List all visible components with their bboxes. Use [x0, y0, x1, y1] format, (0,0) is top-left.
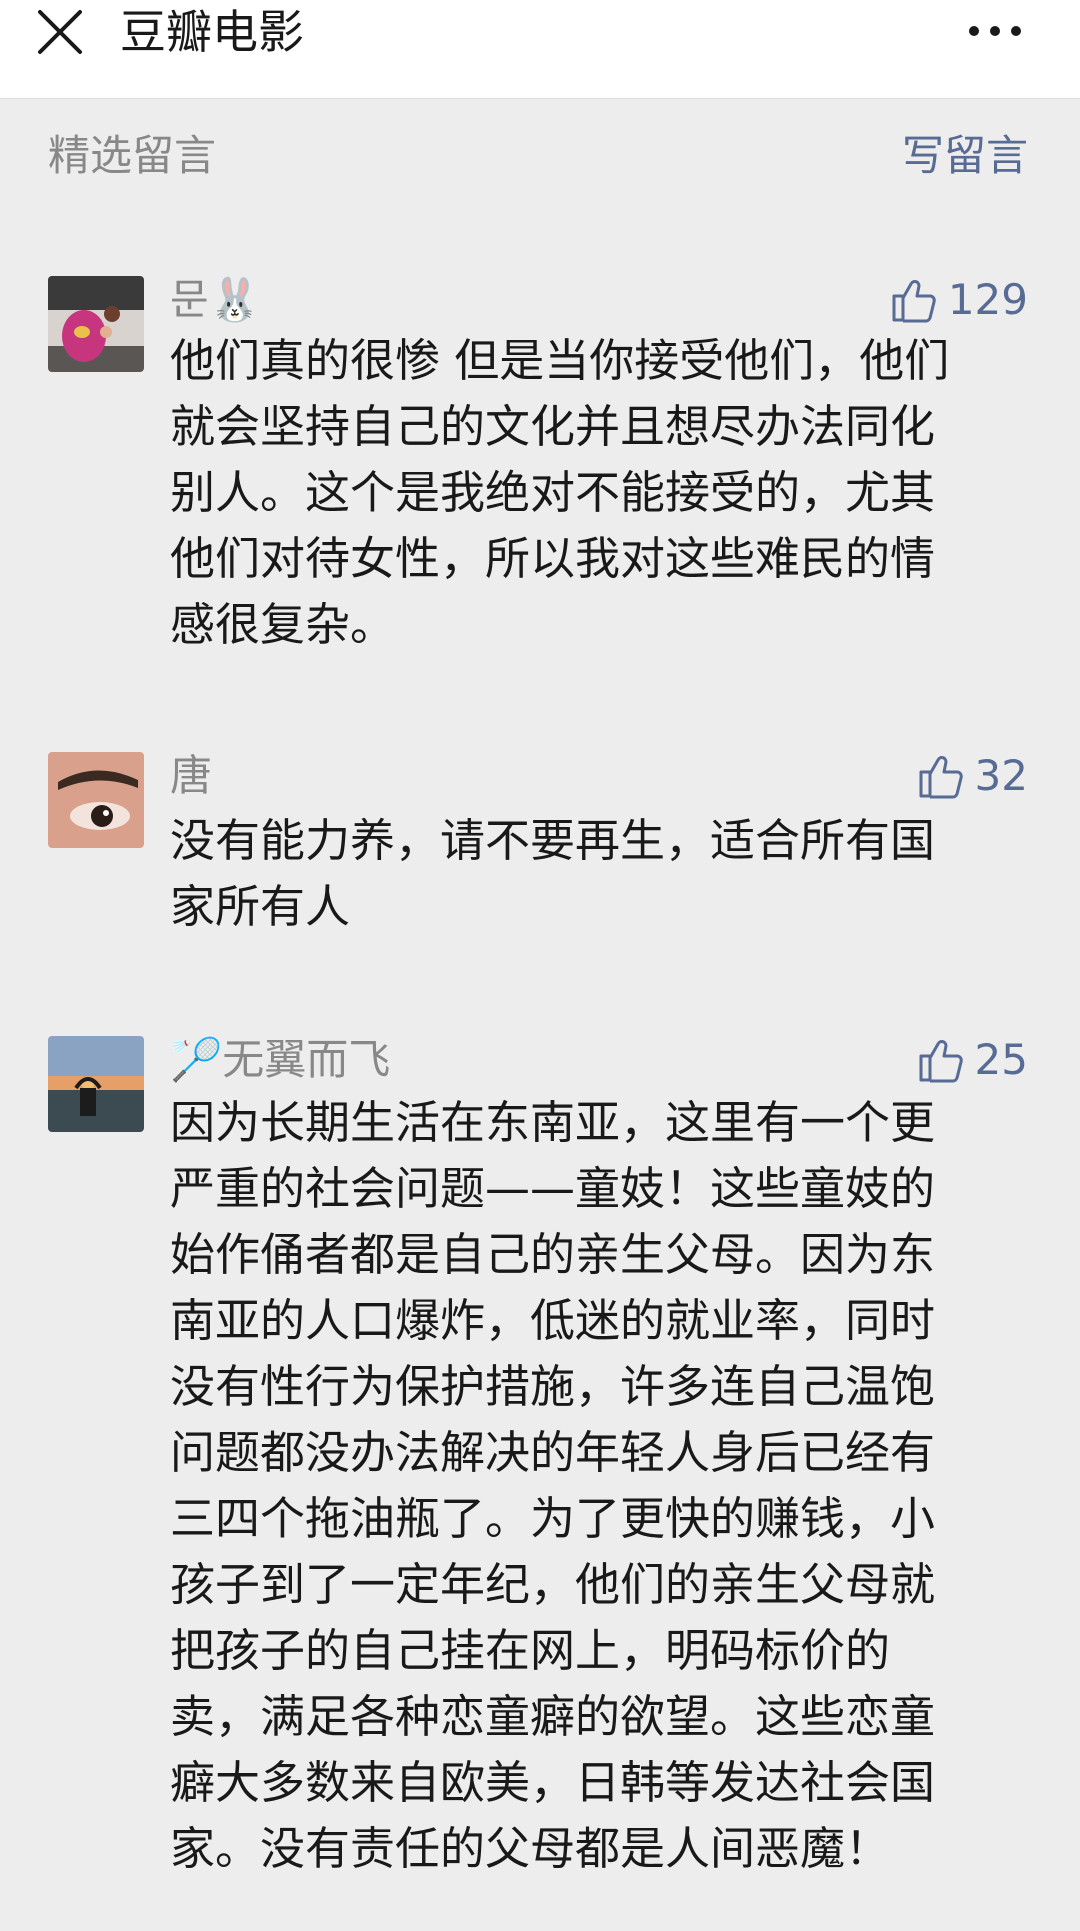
comment-content: 他们真的很惨 但是当你接受他们，他们 就会坚持自己的文化并且想尽办法同化 别人。… — [170, 334, 950, 651]
thumbs-up-icon — [892, 280, 936, 323]
close-button[interactable] — [30, 2, 92, 64]
thumbs-up-icon — [919, 1040, 963, 1083]
avatar[interactable] — [48, 752, 144, 848]
like-button[interactable]: 25 — [915, 1030, 1028, 1090]
like-count: 25 — [974, 1035, 1028, 1084]
like-count: 129 — [947, 275, 1028, 324]
like-button[interactable]: 129 — [888, 270, 1028, 330]
comment-nickname: 🏸无翼而飞 — [170, 1035, 391, 1084]
more-button[interactable] — [960, 6, 1030, 56]
avatar[interactable] — [48, 1036, 144, 1132]
like-count: 32 — [974, 751, 1028, 800]
write-comment-link[interactable]: 写留言 — [902, 128, 1028, 184]
avatar[interactable] — [48, 276, 144, 372]
close-icon — [38, 10, 82, 54]
thumbs-up-icon — [919, 756, 963, 799]
comment-content: 没有能力养，请不要再生，适合所有国 家所有人 — [170, 814, 936, 933]
comment-content: 因为长期生活在东南亚，这里有一个更 严重的社会问题——童妓！这些童妓的 始作俑者… — [170, 1096, 936, 1875]
like-button[interactable]: 32 — [915, 746, 1028, 806]
comment-nickname: 문🐰 — [170, 275, 261, 324]
more-dots-icon — [969, 26, 1021, 36]
section-title: 精选留言 — [48, 131, 217, 180]
page-title: 豆瓣电影 — [120, 5, 304, 59]
comment-nickname: 唐 — [170, 751, 213, 800]
top-bar: 豆瓣电影 — [0, 0, 1080, 99]
